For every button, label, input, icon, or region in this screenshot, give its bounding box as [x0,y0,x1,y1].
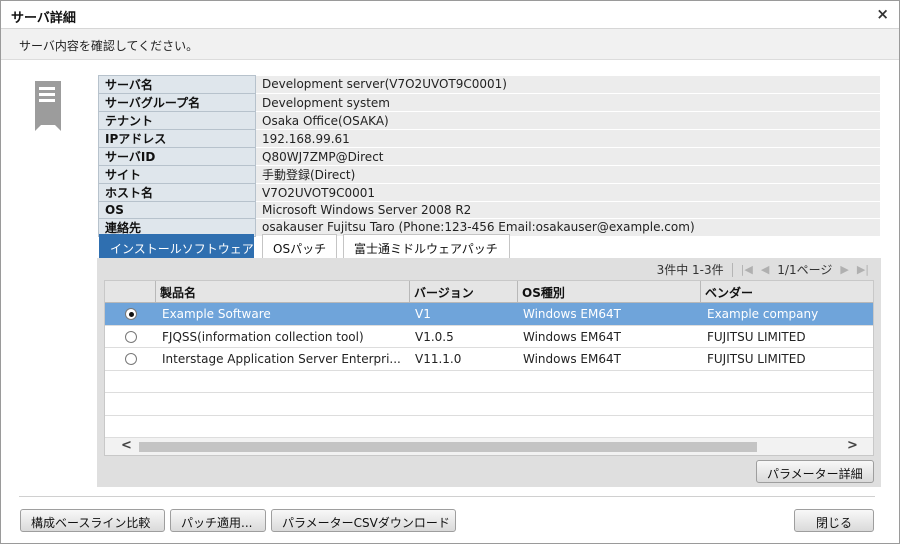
info-label: サーバID [98,147,256,166]
next-page-icon[interactable]: ▶ [840,263,848,276]
info-value: V7O2UVOT9C0001 [255,183,880,202]
info-label: テナント [98,111,256,130]
instruction-text: サーバ内容を確認してください。 [19,39,199,53]
scroll-right-icon[interactable]: > [847,438,858,453]
server-info-table: サーバ名 Development server(V7O2UVOT9C0001) サー… [98,75,880,237]
prev-page-icon[interactable]: ◀ [761,263,769,276]
baseline-compare-button[interactable]: 構成ベースライン比較 [20,509,165,532]
software-grid: 製品名 バージョン OS種別 ベンダー Example Software V1 Wi… [104,280,874,456]
software-panel: 3件中 1-3件 |◀ ◀ 1/1ページ ▶ ▶| 製品名 バージョン OS種別… [97,258,881,487]
csv-download-button[interactable]: パラメーターCSVダウンロード [271,509,456,532]
cell-product-name: FJQSS(information collection tool) [162,329,364,344]
grid-header: 製品名 バージョン OS種別 ベンダー [105,281,873,303]
info-row: IPアドレス 192.168.99.61 [98,129,880,148]
cell-version: V1 [415,307,431,321]
scrollbar-thumb[interactable] [139,442,757,452]
column-product-name[interactable]: 製品名 [155,281,409,302]
select-column-header [105,281,155,302]
info-value: 手動登録(Direct) [255,165,880,184]
empty-table-row [105,393,873,416]
info-label: OS [98,201,256,219]
record-count: 3件中 1-3件 [656,263,724,277]
instruction-bar: サーバ内容を確認してください。 [1,29,899,60]
cell-os-type: Windows EM64T [523,329,621,344]
tab-installed-software[interactable]: インストールソフトウェア [99,234,254,258]
server-detail-dialog: サーバ詳細 × サーバ内容を確認してください。 サーバ名 Development … [0,0,900,544]
cell-version: V1.0.5 [415,329,454,344]
cell-os-type: Windows EM64T [523,307,621,321]
info-value: Development server(V7O2UVOT9C0001) [255,75,880,94]
horizontal-scrollbar[interactable]: < > [105,438,873,455]
cell-version: V11.1.0 [415,352,462,366]
info-value: 192.168.99.61 [255,129,880,148]
close-button[interactable]: 閉じる [794,509,874,532]
server-icon [35,81,61,131]
info-value: Osaka Office(OSAKA) [255,111,880,130]
info-label: ホスト名 [98,183,256,202]
info-row: テナント Osaka Office(OSAKA) [98,111,880,130]
close-icon[interactable]: × [876,5,889,23]
last-page-icon[interactable]: ▶| [857,263,869,276]
tab-fujitsu-middleware-patch[interactable]: 富士通ミドルウェアパッチ [343,234,510,258]
table-row[interactable]: FJQSS(information collection tool) V1.0.5… [105,326,873,348]
tab-os-patch[interactable]: OSパッチ [262,234,337,258]
info-label: サイト [98,165,256,184]
info-row: OS Microsoft Windows Server 2008 R2 [98,201,880,219]
info-row: サーバグループ名 Development system [98,93,880,112]
page-indicator: 1/1ページ [777,263,833,277]
footer-divider [19,496,875,497]
info-row: サーバ名 Development server(V7O2UVOT9C0001) [98,75,880,94]
table-row[interactable]: Interstage Application Server Enterpri..… [105,348,873,371]
cell-os-type: Windows EM64T [523,352,621,366]
pager-divider [731,262,733,277]
cell-vendor: FUJITSU LIMITED [707,352,806,366]
info-row: サーバID Q80WJ7ZMP@Direct [98,147,880,166]
pager: 3件中 1-3件 |◀ ◀ 1/1ページ ▶ ▶| [657,261,869,278]
cell-vendor: FUJITSU LIMITED [707,329,806,344]
info-label: IPアドレス [98,129,256,148]
info-row: サイト 手動登録(Direct) [98,165,880,184]
table-row[interactable]: Example Software V1 Windows EM64T Example c… [105,303,873,326]
cell-vendor: Example company [707,307,819,321]
cell-product-name: Example Software [162,307,271,321]
empty-table-row [105,371,873,393]
apply-patch-button[interactable]: パッチ適用... [170,509,266,532]
info-value: Microsoft Windows Server 2008 R2 [255,201,880,219]
info-value: Development system [255,93,880,112]
scroll-left-icon[interactable]: < [121,438,132,453]
empty-table-row [105,416,873,438]
dialog-title: サーバ詳細 [11,11,76,26]
parameter-detail-button[interactable]: パラメーター詳細 [756,460,874,483]
row-radio[interactable] [125,353,137,365]
column-version[interactable]: バージョン [409,281,517,302]
cell-product-name: Interstage Application Server Enterpri..… [162,352,401,366]
column-vendor[interactable]: ベンダー [700,281,873,302]
info-value: Q80WJ7ZMP@Direct [255,147,880,166]
info-label: サーバグループ名 [98,93,256,112]
column-os-type[interactable]: OS種別 [517,281,700,302]
row-radio[interactable] [125,330,137,343]
row-radio[interactable] [125,308,137,320]
info-label: サーバ名 [98,75,256,94]
info-row: ホスト名 V7O2UVOT9C0001 [98,183,880,202]
title-bar: サーバ詳細 × [1,1,899,29]
first-page-icon[interactable]: |◀ [741,263,753,276]
